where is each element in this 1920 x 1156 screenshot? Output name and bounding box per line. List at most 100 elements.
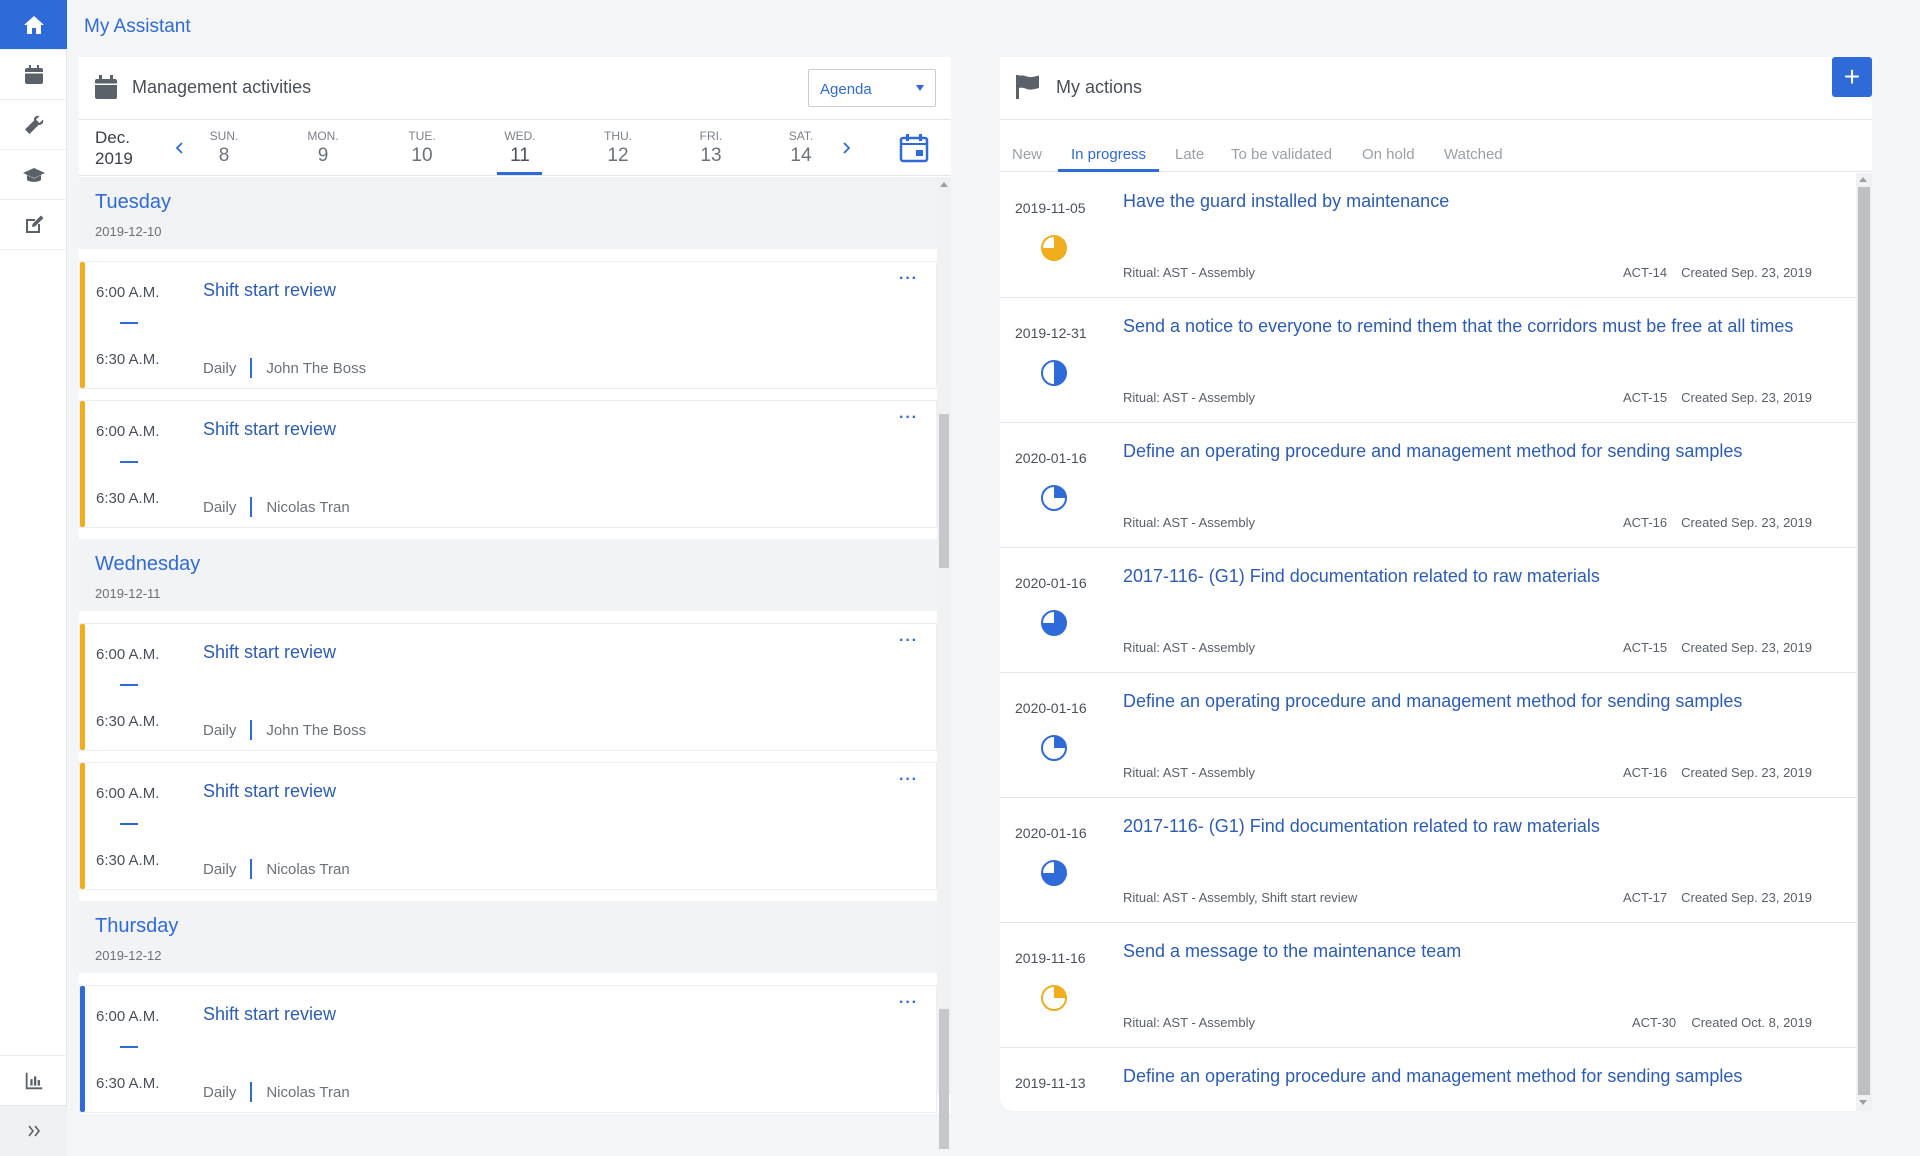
view-select[interactable]: Agenda bbox=[808, 69, 936, 107]
event-title[interactable]: Shift start review bbox=[203, 642, 336, 663]
agenda-scrollbar[interactable] bbox=[937, 177, 951, 1149]
nav-calendar[interactable] bbox=[0, 50, 67, 100]
selected-day-indicator bbox=[497, 172, 542, 175]
event-start-time: 6:00 A.M. bbox=[96, 284, 160, 301]
event-title[interactable]: Shift start review bbox=[203, 781, 336, 802]
action-title[interactable]: Define an operating procedure and manage… bbox=[1123, 441, 1742, 462]
actions-scrollbar[interactable] bbox=[1856, 173, 1872, 1111]
agenda-event[interactable]: 6:00 A.M. 6:30 A.M. Shift start review D… bbox=[79, 985, 937, 1113]
nav-tools[interactable] bbox=[0, 100, 67, 150]
date-picker-button[interactable] bbox=[899, 133, 929, 168]
more-options-icon[interactable]: ··· bbox=[899, 409, 918, 427]
more-options-icon[interactable]: ··· bbox=[899, 632, 918, 650]
day-group-name: Wednesday bbox=[95, 553, 201, 575]
event-frequency: Daily bbox=[203, 1083, 237, 1101]
day-group-header: Tuesday 2019-12-10 bbox=[79, 177, 937, 249]
day-wed[interactable]: WED. 11 bbox=[490, 129, 550, 167]
nav-statistics[interactable] bbox=[0, 1055, 67, 1105]
action-item[interactable]: 2020-01-16 2017-116- (G1) Find documenta… bbox=[1000, 798, 1856, 923]
day-number: 13 bbox=[700, 145, 722, 166]
more-options-icon[interactable]: ··· bbox=[899, 994, 918, 1012]
scroll-up-icon[interactable] bbox=[1859, 177, 1867, 182]
progress-fill bbox=[1054, 361, 1066, 385]
add-action-button[interactable]: + bbox=[1832, 57, 1872, 97]
event-frequency: Daily bbox=[203, 359, 237, 377]
day-thu[interactable]: THU. 12 bbox=[588, 129, 648, 167]
action-ritual: Ritual: AST - Assembly bbox=[1123, 1015, 1255, 1030]
action-title[interactable]: Define an operating procedure and manage… bbox=[1123, 691, 1742, 712]
caret-down-icon bbox=[916, 85, 924, 91]
action-title[interactable]: Have the guard installed by maintenance bbox=[1123, 191, 1449, 212]
agenda-event[interactable]: 6:00 A.M. 6:30 A.M. Shift start review D… bbox=[79, 400, 937, 528]
action-item[interactable]: 2020-01-16 2017-116- (G1) Find documenta… bbox=[1000, 548, 1856, 673]
more-options-icon[interactable]: ··· bbox=[899, 771, 918, 789]
action-id: ACT-16 bbox=[1623, 515, 1668, 530]
agenda-event[interactable]: 6:00 A.M. 6:30 A.M. Shift start review D… bbox=[79, 762, 937, 890]
progress-pie-icon bbox=[1041, 610, 1067, 636]
tab-in-progress[interactable]: In progress bbox=[1071, 146, 1146, 163]
sidebar-expand-button[interactable] bbox=[0, 1105, 67, 1156]
more-options-icon[interactable]: ··· bbox=[899, 270, 918, 288]
action-item[interactable]: 2019-12-31 Send a notice to everyone to … bbox=[1000, 298, 1856, 423]
nav-training[interactable] bbox=[0, 150, 67, 200]
time-separator bbox=[120, 322, 138, 324]
scrollbar-thumb[interactable] bbox=[1858, 187, 1870, 1095]
day-group-date: 2019-12-10 bbox=[95, 224, 162, 239]
day-fri[interactable]: FRI. 13 bbox=[681, 129, 741, 167]
action-item[interactable]: 2019-11-05 Have the guard installed by m… bbox=[1000, 173, 1856, 298]
tab-on-hold[interactable]: On hold bbox=[1362, 146, 1415, 163]
action-ritual: Ritual: AST - Assembly bbox=[1123, 640, 1255, 655]
day-number: 10 bbox=[411, 145, 433, 166]
day-tue[interactable]: TUE. 10 bbox=[392, 129, 452, 167]
tab-to-be-validated[interactable]: To be validated bbox=[1231, 146, 1332, 163]
event-color-bar bbox=[80, 624, 85, 750]
event-title[interactable]: Shift start review bbox=[203, 1004, 336, 1025]
action-item[interactable]: 2020-01-16 Define an operating procedure… bbox=[1000, 423, 1856, 548]
week-strip: Dec. 2019 SUN. 8 MON. 9 TUE. 10 WED. 11 THU.… bbox=[79, 121, 951, 176]
previous-week-button[interactable] bbox=[175, 139, 185, 160]
page-title: My Assistant bbox=[84, 16, 191, 37]
flag-icon bbox=[1016, 75, 1039, 99]
nav-home[interactable] bbox=[0, 0, 67, 50]
day-name: THU. bbox=[604, 129, 632, 143]
tab-watched[interactable]: Watched bbox=[1444, 146, 1503, 163]
action-created: Created Sep. 23, 2019 bbox=[1681, 390, 1812, 405]
event-end-time: 6:30 A.M. bbox=[96, 713, 160, 730]
action-item[interactable]: 2019-11-16 Send a message to the mainten… bbox=[1000, 923, 1856, 1048]
action-due-date: 2020-01-16 bbox=[1015, 450, 1087, 466]
agenda-event[interactable]: 6:00 A.M. 6:30 A.M. Shift start review D… bbox=[79, 261, 937, 389]
event-owner: Nicolas Tran bbox=[266, 860, 350, 878]
day-sat[interactable]: SAT. 14 bbox=[771, 129, 831, 167]
day-number: 14 bbox=[790, 145, 812, 166]
event-end-time: 6:30 A.M. bbox=[96, 852, 160, 869]
day-group-header: Wednesday 2019-12-11 bbox=[79, 539, 937, 611]
event-title[interactable]: Shift start review bbox=[203, 419, 336, 440]
action-title[interactable]: 2017-116- (G1) Find documentation relate… bbox=[1123, 816, 1600, 837]
action-item[interactable]: 2019-11-13 Define an operating procedure… bbox=[1000, 1048, 1856, 1111]
agenda-event[interactable]: 6:00 A.M. 6:30 A.M. Shift start review D… bbox=[79, 623, 937, 751]
next-week-button[interactable] bbox=[841, 139, 851, 160]
scroll-up-icon[interactable] bbox=[940, 182, 948, 187]
progress-fill bbox=[1054, 986, 1066, 998]
tab-new[interactable]: New bbox=[1012, 146, 1042, 163]
progress-pie-icon bbox=[1041, 235, 1067, 261]
scrollbar-thumb[interactable] bbox=[939, 414, 949, 568]
event-title[interactable]: Shift start review bbox=[203, 280, 336, 301]
action-title[interactable]: Send a notice to everyone to remind them… bbox=[1123, 316, 1793, 337]
tab-late[interactable]: Late bbox=[1175, 146, 1204, 163]
event-color-bar bbox=[80, 763, 85, 889]
action-title[interactable]: Define an operating procedure and manage… bbox=[1123, 1066, 1742, 1087]
action-title[interactable]: Send a message to the maintenance team bbox=[1123, 941, 1461, 962]
sidebar-nav bbox=[0, 0, 67, 1156]
action-id: ACT-14 bbox=[1623, 265, 1668, 280]
action-due-date: 2020-01-16 bbox=[1015, 825, 1087, 841]
day-mon[interactable]: MON. 9 bbox=[293, 129, 353, 167]
event-color-bar bbox=[80, 986, 85, 1112]
scrollbar-thumb-lower[interactable] bbox=[939, 1009, 949, 1149]
action-item[interactable]: 2020-01-16 Define an operating procedure… bbox=[1000, 673, 1856, 798]
scroll-down-icon[interactable] bbox=[1859, 1100, 1867, 1105]
day-sun[interactable]: SUN. 8 bbox=[194, 129, 254, 167]
nav-edit[interactable] bbox=[0, 200, 67, 250]
my-actions-panel: My actions + New In progress Late To be … bbox=[1000, 57, 1872, 1111]
action-title[interactable]: 2017-116- (G1) Find documentation relate… bbox=[1123, 566, 1600, 587]
